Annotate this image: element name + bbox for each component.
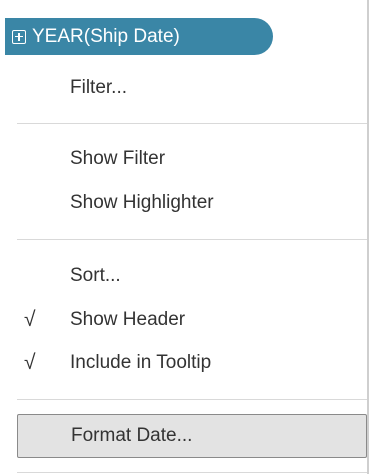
pill-label: YEAR(Ship Date) [32,25,180,47]
check-mark-icon: √ [24,308,36,331]
menu-item-format-date[interactable]: Format Date... [17,414,367,458]
menu-item-show-header[interactable]: Show Header [70,308,185,332]
menu-item-filter[interactable]: Filter... [70,76,127,100]
menu-item-show-highlighter[interactable]: Show Highlighter [70,191,214,215]
plus-box-icon[interactable] [12,29,26,44]
menu-divider [17,399,367,400]
menu-divider [17,123,367,124]
menu-divider [17,239,367,240]
format-date-label: Format Date... [71,425,193,446]
menu-item-include-in-tooltip[interactable]: Include in Tooltip [70,351,211,375]
menu-divider [17,472,367,473]
year-ship-date-pill[interactable]: YEAR(Ship Date) [5,18,273,55]
menu-item-sort[interactable]: Sort... [70,264,121,288]
menu-item-show-filter[interactable]: Show Filter [70,147,165,171]
check-mark-icon: √ [24,351,36,374]
